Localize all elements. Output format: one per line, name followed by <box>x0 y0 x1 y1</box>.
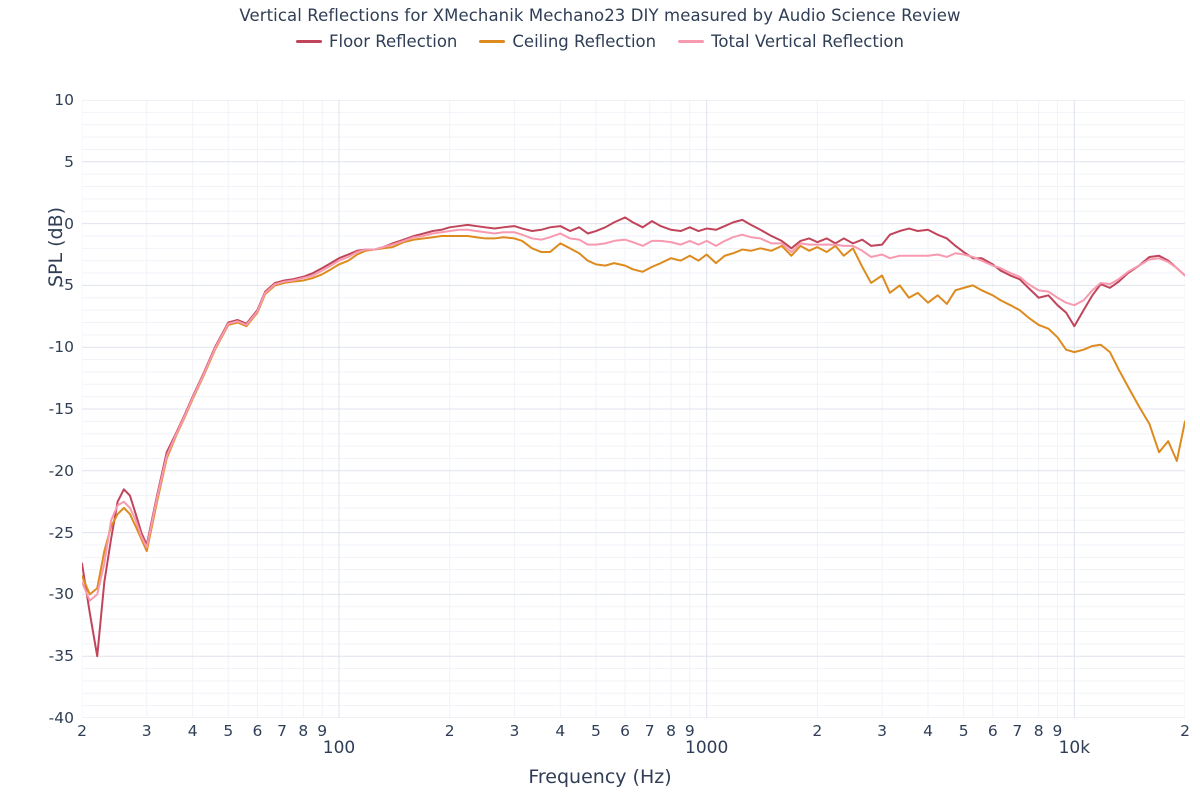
legend-swatch-ceiling-reflection <box>479 40 506 43</box>
legend-swatch-floor-reflection <box>296 40 322 43</box>
x-tick-label-minor: 4 <box>555 722 566 740</box>
chart-figure: Vertical Reflections for XMechanik Mecha… <box>0 0 1200 800</box>
legend-label-ceiling-reflection: Ceiling Reflection <box>512 32 657 51</box>
x-tick-label-minor: 6 <box>252 722 263 740</box>
x-tick-label-minor: 7 <box>644 722 655 740</box>
x-tick-label-major: 100 <box>322 738 356 758</box>
x-tick-label-minor: 7 <box>1012 722 1023 740</box>
x-tick-label-minor: 5 <box>223 722 234 740</box>
x-tick-label-minor: 3 <box>141 722 152 740</box>
x-tick-label-minor: 5 <box>958 722 969 740</box>
x-tick-label-minor: 3 <box>877 722 887 740</box>
legend-label-floor-reflection: Floor Reflection <box>329 32 458 51</box>
x-tick-label-major: 10k <box>1058 738 1091 758</box>
legend-item-ceiling-reflection[interactable]: Ceiling Reflection <box>479 32 656 51</box>
x-tick-label-minor: 6 <box>987 722 998 740</box>
series-line-floor-reflection <box>82 216 1185 658</box>
x-tick-label-major: 1000 <box>685 738 729 758</box>
x-tick-label-minor: 5 <box>591 722 601 740</box>
plot-svg <box>82 100 1185 718</box>
series-line-ceiling-reflection <box>82 234 1185 596</box>
x-axis-label: Frequency (Hz) <box>528 766 672 788</box>
y-tick-label: -40 <box>48 709 74 727</box>
legend-label-total-vertical-reflection: Total Vertical Reflection <box>711 32 904 51</box>
y-tick-label: -35 <box>48 647 74 666</box>
y-tick-label: -15 <box>48 400 74 418</box>
chart-legend: Floor Reflection Ceiling Reflection Tota… <box>0 32 1200 51</box>
legend-item-floor-reflection[interactable]: Floor Reflection <box>296 32 457 51</box>
x-tick-label-minor: 2 <box>444 722 455 740</box>
legend-swatch-total-vertical-reflection <box>678 40 705 43</box>
x-tick-label-minor: 2 <box>77 722 87 740</box>
x-tick-label-minor: 4 <box>187 722 198 740</box>
plot-area <box>82 100 1185 718</box>
y-tick-label: -30 <box>48 585 74 604</box>
y-tick-label: 10 <box>54 91 74 109</box>
y-tick-label: -25 <box>48 523 74 542</box>
x-tick-label-minor: 4 <box>923 722 933 740</box>
x-tick-label-minor: 7 <box>277 722 287 740</box>
y-tick-label: -20 <box>48 461 74 480</box>
x-tick-label-minor: 8 <box>298 722 309 740</box>
x-tick-label-minor: 2 <box>812 722 823 740</box>
chart-title: Vertical Reflections for XMechanik Mecha… <box>239 6 961 25</box>
x-tick-label-minor: 8 <box>666 722 676 740</box>
y-axis-label: SPL (dB) <box>45 206 67 288</box>
x-tick-label-minor: 6 <box>620 722 631 740</box>
legend-item-total-vertical-reflection[interactable]: Total Vertical Reflection <box>678 32 904 51</box>
x-axis-ticks: 2 3 4 5 6 7 8 9 2 3 4 5 6 7 8 9 2 3 4 5 6 7 8 9 2 100 1000 10k <box>77 718 1190 768</box>
x-tick-label-minor: 2 <box>1180 722 1190 740</box>
x-tick-label-minor: 3 <box>509 722 520 740</box>
x-tick-label-minor: 8 <box>1033 722 1044 740</box>
